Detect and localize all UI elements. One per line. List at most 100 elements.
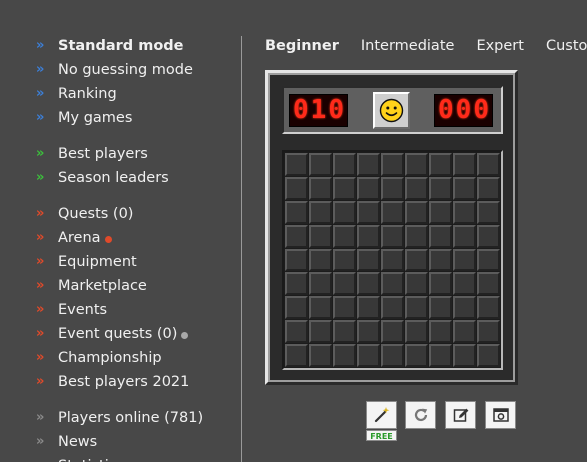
tab-beginner[interactable]: Beginner <box>265 34 339 58</box>
mine-cell[interactable] <box>285 344 308 367</box>
mine-cell[interactable] <box>477 248 500 272</box>
mine-cell[interactable] <box>333 248 356 272</box>
mine-cell[interactable] <box>429 176 452 200</box>
mine-cell[interactable] <box>357 200 380 224</box>
mine-cell[interactable] <box>405 176 428 200</box>
mine-cell[interactable] <box>285 153 308 176</box>
mine-cell[interactable] <box>477 320 500 344</box>
mine-cell[interactable] <box>477 296 500 320</box>
mine-cell[interactable] <box>357 248 380 272</box>
menu-item-news[interactable]: » News <box>36 430 203 454</box>
mine-cell[interactable] <box>309 200 332 224</box>
mine-cell[interactable] <box>453 344 476 367</box>
mine-cell[interactable] <box>381 272 404 296</box>
mine-cell[interactable] <box>453 320 476 344</box>
mine-cell[interactable] <box>381 224 404 248</box>
mine-cell[interactable] <box>333 224 356 248</box>
tab-expert[interactable]: Expert <box>476 34 524 58</box>
mine-cell[interactable] <box>285 224 308 248</box>
mine-cell[interactable] <box>309 176 332 200</box>
mine-cell[interactable] <box>381 344 404 367</box>
menu-item-no-guessing-mode[interactable]: » No guessing mode <box>36 58 193 82</box>
mine-cell[interactable] <box>309 153 332 176</box>
menu-item-marketplace[interactable]: » Marketplace <box>36 274 189 298</box>
mine-cell[interactable] <box>405 344 428 367</box>
mine-cell[interactable] <box>285 200 308 224</box>
menu-item-best-players-2021[interactable]: » Best players 2021 <box>36 370 189 394</box>
mine-cell[interactable] <box>429 320 452 344</box>
mine-cell[interactable] <box>309 296 332 320</box>
mine-cell[interactable] <box>477 176 500 200</box>
edit-button[interactable] <box>445 401 476 429</box>
mine-cell[interactable] <box>285 272 308 296</box>
mine-cell[interactable] <box>381 296 404 320</box>
menu-item-season-leaders[interactable]: » Season leaders <box>36 166 169 190</box>
tab-custom[interactable]: Custom <box>546 34 587 58</box>
mine-cell[interactable] <box>357 224 380 248</box>
mine-cell[interactable] <box>453 248 476 272</box>
screenshot-button[interactable] <box>485 401 516 429</box>
mine-cell[interactable] <box>285 248 308 272</box>
mine-cell[interactable] <box>309 272 332 296</box>
mine-cell[interactable] <box>429 344 452 367</box>
mine-cell[interactable] <box>357 344 380 367</box>
mine-cell[interactable] <box>453 200 476 224</box>
mine-cell[interactable] <box>477 272 500 296</box>
mine-cell[interactable] <box>285 176 308 200</box>
mine-cell[interactable] <box>333 320 356 344</box>
mine-cell[interactable] <box>357 153 380 176</box>
mine-cell[interactable] <box>429 224 452 248</box>
tab-intermediate[interactable]: Intermediate <box>361 34 455 58</box>
mine-cell[interactable] <box>309 320 332 344</box>
mine-cell[interactable] <box>333 200 356 224</box>
mine-cell[interactable] <box>285 320 308 344</box>
mine-cell[interactable] <box>309 344 332 367</box>
mine-cell[interactable] <box>405 248 428 272</box>
menu-item-best-players[interactable]: » Best players <box>36 142 169 166</box>
mine-cell[interactable] <box>453 153 476 176</box>
mine-cell[interactable] <box>405 200 428 224</box>
menu-item-my-games[interactable]: » My games <box>36 106 193 130</box>
hint-button[interactable] <box>366 401 397 429</box>
menu-item-quests[interactable]: » Quests (0) <box>36 202 189 226</box>
mine-cell[interactable] <box>477 153 500 176</box>
smiley-face-button[interactable] <box>373 92 410 129</box>
mine-cell[interactable] <box>429 272 452 296</box>
menu-item-standard-mode[interactable]: » Standard mode <box>36 34 193 58</box>
mine-cell[interactable] <box>477 224 500 248</box>
mine-cell[interactable] <box>357 296 380 320</box>
mine-cell[interactable] <box>357 272 380 296</box>
mine-cell[interactable] <box>405 153 428 176</box>
mine-cell[interactable] <box>333 296 356 320</box>
mine-cell[interactable] <box>477 344 500 367</box>
mine-cell[interactable] <box>285 296 308 320</box>
mine-cell[interactable] <box>453 272 476 296</box>
mine-cell[interactable] <box>333 176 356 200</box>
mine-cell[interactable] <box>309 248 332 272</box>
menu-item-arena[interactable]: » Arena <box>36 226 189 250</box>
mine-cell[interactable] <box>405 296 428 320</box>
mine-cell[interactable] <box>381 176 404 200</box>
mine-cell[interactable] <box>405 224 428 248</box>
mine-cell[interactable] <box>333 272 356 296</box>
mine-cell[interactable] <box>453 296 476 320</box>
menu-item-event-quests[interactable]: » Event quests (0) <box>36 322 189 346</box>
menu-item-statistics[interactable]: » Statistics <box>36 454 203 462</box>
mine-cell[interactable] <box>333 153 356 176</box>
mine-cell[interactable] <box>429 296 452 320</box>
menu-item-players-online[interactable]: » Players online (781) <box>36 406 203 430</box>
mine-cell[interactable] <box>429 153 452 176</box>
mine-cell[interactable] <box>333 344 356 367</box>
mine-cell[interactable] <box>381 153 404 176</box>
mine-cell[interactable] <box>381 200 404 224</box>
mine-cell[interactable] <box>477 200 500 224</box>
menu-item-ranking[interactable]: » Ranking <box>36 82 193 106</box>
mine-cell[interactable] <box>357 320 380 344</box>
menu-item-equipment[interactable]: » Equipment <box>36 250 189 274</box>
mine-cell[interactable] <box>381 248 404 272</box>
mine-cell[interactable] <box>357 176 380 200</box>
mine-cell[interactable] <box>453 224 476 248</box>
menu-item-championship[interactable]: » Championship <box>36 346 189 370</box>
mine-cell[interactable] <box>429 200 452 224</box>
mine-cell[interactable] <box>453 176 476 200</box>
